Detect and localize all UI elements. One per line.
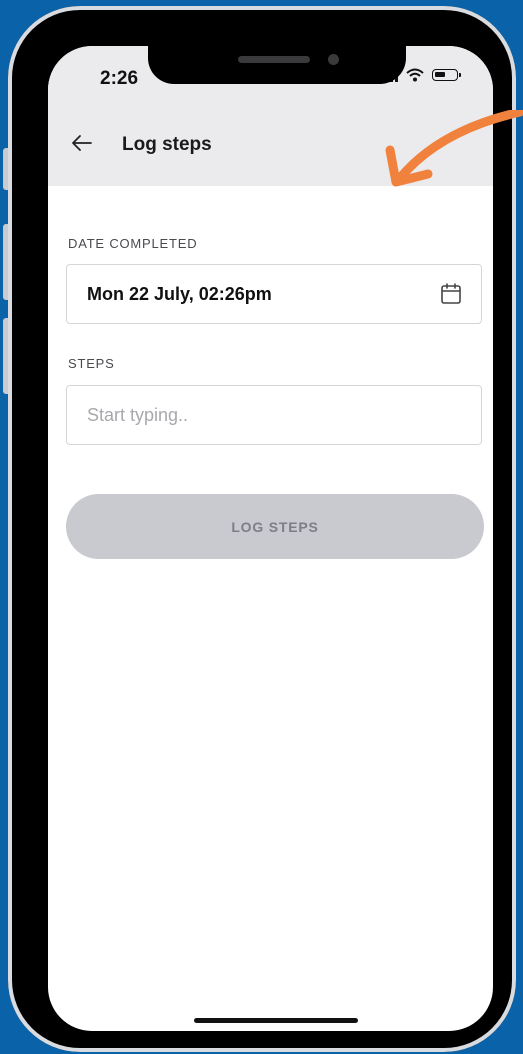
date-completed-value: Mon 22 July, 02:26pm: [87, 284, 272, 304]
arrow-left-icon[interactable]: [70, 134, 92, 152]
annotation-arrow-icon: [385, 110, 523, 187]
date-completed-field[interactable]: Mon 22 July, 02:26pm: [66, 264, 482, 324]
steps-input-placeholder: Start typing..: [87, 405, 189, 425]
page-title: Log steps: [122, 134, 212, 155]
status-time: 2:26: [100, 68, 139, 89]
battery-icon: [432, 69, 461, 81]
date-completed-label: DATE COMPLETED: [68, 236, 198, 251]
phone-notch: [148, 46, 406, 84]
speaker-grille: [238, 56, 310, 63]
front-camera: [328, 54, 339, 65]
calendar-icon[interactable]: [439, 282, 463, 306]
home-indicator[interactable]: [194, 1018, 358, 1023]
log-steps-button[interactable]: LOG STEPS: [66, 494, 484, 559]
steps-label: STEPS: [68, 356, 115, 371]
wifi-icon: [406, 68, 424, 82]
steps-input[interactable]: Start typing..: [66, 385, 482, 445]
